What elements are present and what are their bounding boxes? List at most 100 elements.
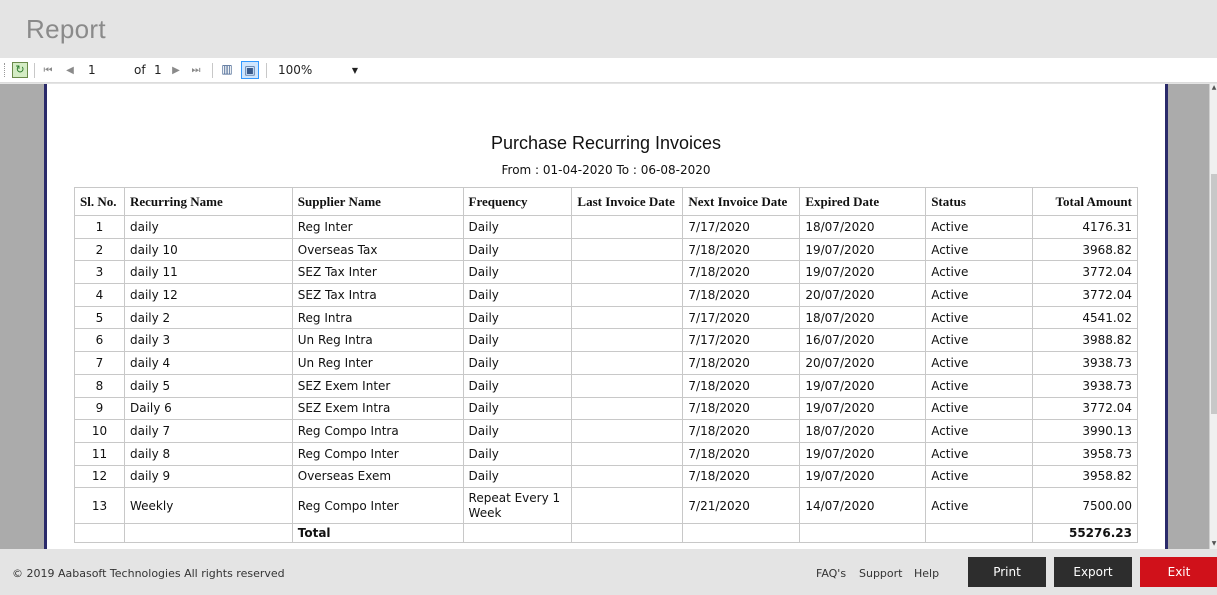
table-cell: Reg Inter [291, 215, 464, 239]
table-row: 3 daily 11 SEZ Tax Inter Daily 7/18/2020 19/0… [74, 260, 1138, 285]
support-link[interactable]: Support [859, 567, 902, 580]
table-cell: 1 [74, 215, 125, 239]
table-cell: daily 8 [123, 441, 293, 466]
print-layout-icon[interactable]: ▥ [218, 61, 236, 79]
refresh-icon[interactable]: ↻ [12, 62, 28, 78]
faq-link[interactable]: FAQ's [816, 567, 846, 580]
scroll-down-icon[interactable]: ▼ [1210, 540, 1217, 547]
table-cell: Active [925, 487, 1033, 525]
table-cell: Active [925, 373, 1033, 398]
scrollbar-thumb[interactable] [1211, 174, 1217, 414]
table-cell [123, 523, 293, 544]
table-cell: Daily [462, 305, 573, 330]
table-cell: 3772.04 [1032, 283, 1138, 307]
table-cell: 11 [74, 441, 125, 466]
table-cell: Daily [462, 351, 573, 375]
table-cell: 19/07/2020 [799, 464, 927, 489]
title-bar: Report [0, 0, 1217, 58]
scroll-up-icon[interactable]: ▲ [1210, 84, 1217, 91]
column-header: Last Invoice Date [571, 187, 684, 216]
invoice-table: Sl. No. Recurring Name Supplier Name Fre… [74, 187, 1138, 544]
table-cell [571, 260, 684, 285]
table-cell: 13 [74, 487, 125, 525]
table-cell: 20/07/2020 [799, 351, 927, 375]
table-cell [571, 328, 684, 353]
table-cell: Daily [462, 464, 573, 489]
table-cell: daily 12 [123, 283, 293, 307]
table-cell: 3772.04 [1032, 396, 1138, 421]
table-row: 2 daily 10 Overseas Tax Daily 7/18/2020 19/07… [74, 237, 1138, 262]
first-page-icon[interactable]: ⏮ [40, 58, 56, 83]
exit-button[interactable]: Exit [1140, 557, 1217, 587]
table-cell: Active [925, 464, 1033, 489]
report-date-range: From : 01-04-2020 To : 06-08-2020 [501, 163, 711, 177]
table-cell: Daily [462, 260, 573, 285]
table-cell: Active [925, 441, 1033, 466]
table-cell: 7/17/2020 [682, 328, 801, 353]
toolbar-grip[interactable] [4, 63, 7, 77]
table-cell [571, 373, 684, 398]
table-cell: daily [123, 215, 293, 239]
zoom-value: 100% [278, 63, 313, 77]
table-cell [571, 305, 684, 330]
table-cell: 19/07/2020 [799, 373, 927, 398]
table-cell: 7/18/2020 [682, 351, 801, 375]
table-cell: daily 9 [123, 464, 293, 489]
table-cell: Overseas Tax [291, 237, 464, 262]
table-cell: SEZ Tax Inter [291, 260, 464, 285]
total-amount: 55276.23 [1032, 523, 1138, 544]
last-page-icon[interactable]: ⏭ [188, 58, 204, 83]
table-cell: Active [925, 260, 1033, 285]
table-cell: Active [925, 215, 1033, 239]
table-cell [571, 441, 684, 466]
print-button[interactable]: Print [968, 557, 1046, 587]
table-cell [571, 237, 684, 262]
table-cell: Daily [462, 237, 573, 262]
table-cell: 7/18/2020 [682, 464, 801, 489]
table-cell: 8 [74, 373, 125, 398]
table-cell: 3 [74, 260, 125, 285]
table-cell: 7/18/2020 [682, 441, 801, 466]
column-header: Frequency [462, 187, 573, 216]
table-cell: 16/07/2020 [799, 328, 927, 353]
table-cell [682, 523, 801, 544]
table-cell [571, 351, 684, 375]
vertical-scrollbar[interactable]: ▲ ▼ [1209, 84, 1217, 549]
page-of-label: of [134, 63, 146, 77]
page-number-input[interactable]: 1 [84, 58, 122, 83]
report-title: Purchase Recurring Invoices [490, 133, 722, 153]
table-cell: 18/07/2020 [799, 305, 927, 330]
table-cell: 12 [74, 464, 125, 489]
previous-page-icon[interactable]: ◀ [62, 58, 78, 83]
column-header: Next Invoice Date [682, 187, 801, 216]
table-cell: SEZ Exem Intra [291, 396, 464, 421]
page-setup-icon[interactable]: ▣ [241, 61, 259, 79]
table-row: 13 Weekly Reg Compo Inter Repeat Every 1 We… [74, 487, 1138, 525]
table-cell: Active [925, 283, 1033, 307]
next-page-icon[interactable]: ▶ [168, 58, 184, 83]
help-link[interactable]: Help [914, 567, 939, 580]
table-cell: SEZ Tax Intra [291, 283, 464, 307]
column-header: Supplier Name [291, 187, 464, 216]
table-cell: Daily [462, 328, 573, 353]
table-cell: Daily [462, 373, 573, 398]
copyright-text: © 2019 Aabasoft Technologies All rights … [12, 567, 285, 580]
table-cell: 7/21/2020 [682, 487, 801, 525]
table-cell: Daily [462, 441, 573, 466]
table-cell: 19/07/2020 [799, 260, 927, 285]
table-cell: Active [925, 328, 1033, 353]
table-cell: daily 4 [123, 351, 293, 375]
zoom-select[interactable]: 100% ▼ [272, 58, 364, 83]
column-header: Expired Date [799, 187, 927, 216]
toolbar-separator [266, 63, 267, 78]
table-cell: Reg Compo Inter [291, 441, 464, 466]
report-toolbar: ↻ ⏮ ◀ 1 of 1 ▶ ⏭ ▥ ▣ 100% ▼ [0, 58, 1217, 83]
table-row: 10 daily 7 Reg Compo Intra Daily 7/18/2020 18… [74, 419, 1138, 443]
table-cell: 7/18/2020 [682, 396, 801, 421]
export-button[interactable]: Export [1054, 557, 1132, 587]
table-row: 1 daily Reg Inter Daily 7/17/2020 18/07/2020 A… [74, 215, 1138, 239]
table-cell: 19/07/2020 [799, 396, 927, 421]
table-cell: Reg Compo Inter [291, 487, 464, 525]
table-cell: 20/07/2020 [799, 283, 927, 307]
table-cell: 3958.73 [1032, 441, 1138, 466]
